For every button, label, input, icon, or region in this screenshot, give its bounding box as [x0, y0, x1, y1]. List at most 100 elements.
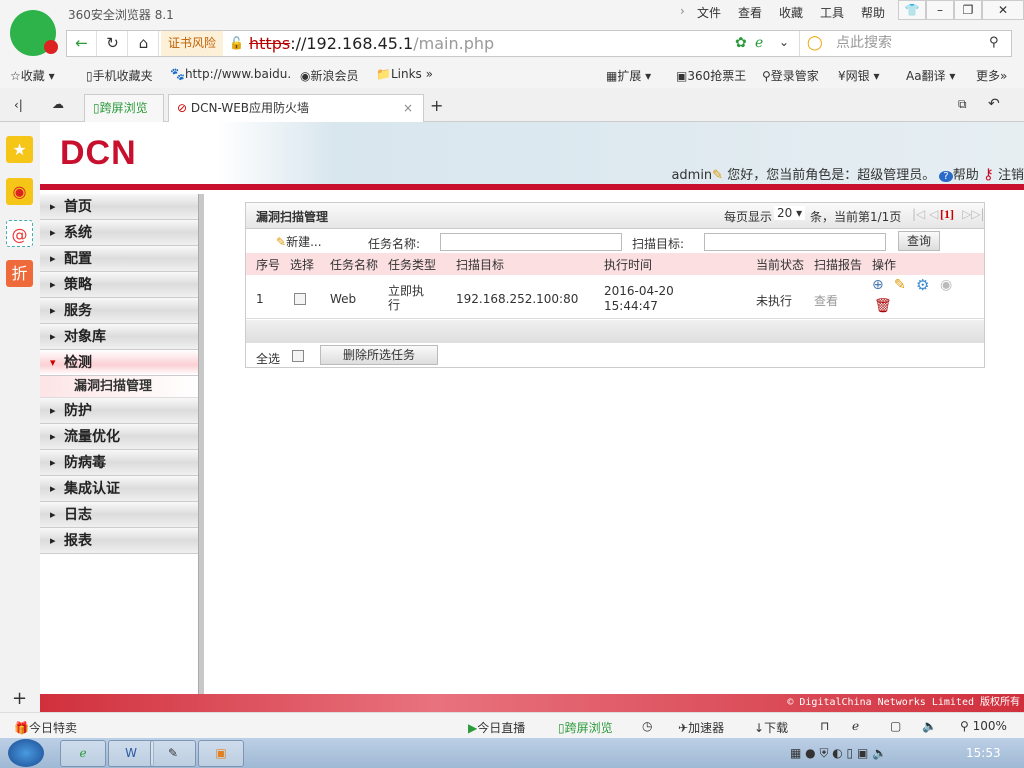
ie-icon[interactable]: ℯ — [852, 719, 859, 733]
bookmark-baidu[interactable]: 🐾http://www.baidu. — [170, 67, 291, 81]
minimize-button[interactable]: – — [926, 0, 954, 20]
cross-screen-button[interactable]: ▯跨屏浏览 — [558, 719, 613, 736]
cloud-icon[interactable]: ☁ — [52, 97, 64, 111]
bookmark-favorites[interactable]: ☆收藏 ▾ — [10, 67, 55, 84]
query-button[interactable]: 查询 — [898, 231, 940, 251]
edit-icon[interactable]: ✎ — [894, 277, 906, 293]
select-all-checkbox[interactable] — [292, 350, 304, 362]
scan-icon[interactable]: ⊕ — [872, 277, 884, 293]
delete-selected-button[interactable]: 删除所选任务 — [320, 345, 438, 365]
taskbar-app[interactable]: ✎ — [150, 740, 196, 767]
sidebar-toggle-icon[interactable]: ‹| — [14, 98, 23, 112]
browser-logo-icon[interactable] — [10, 10, 58, 56]
chevron-down-icon[interactable]: ⌄ — [779, 35, 789, 49]
reload-icon[interactable]: ↻ — [98, 31, 128, 56]
mail-icon[interactable]: @ — [6, 220, 33, 247]
clock[interactable]: 15:53 — [966, 746, 1001, 760]
logout-link[interactable]: 注销 — [998, 168, 1024, 183]
history-icon[interactable]: ◷ — [642, 719, 652, 733]
more-button[interactable]: 更多» — [976, 67, 1007, 84]
key-icon[interactable]: ⚷ — [983, 165, 994, 183]
help-icon[interactable]: ? — [939, 171, 953, 182]
skin-icon[interactable]: 👕 — [898, 0, 926, 20]
nav-config[interactable]: 配置 — [40, 246, 198, 272]
search-engine-icon[interactable]: ◯ — [807, 35, 823, 51]
edit-profile-icon[interactable]: ✎ — [712, 168, 723, 183]
settings-icon[interactable]: ⚙ — [916, 276, 929, 294]
home-icon[interactable]: ⌂ — [129, 31, 159, 56]
stop-icon[interactable]: ◉ — [940, 277, 952, 293]
nav-service[interactable]: 服务 — [40, 298, 198, 324]
nav-protect[interactable]: 防护 — [40, 398, 198, 424]
taskbar-360-browser[interactable]: ℯ — [60, 740, 106, 767]
nav-detect[interactable]: 检测 — [40, 350, 198, 376]
discount-icon[interactable]: 折 — [6, 260, 33, 287]
maximize-button[interactable]: ❐ — [954, 0, 982, 20]
search-icon[interactable]: ⚲ — [989, 35, 999, 50]
nav-antivirus[interactable]: 防病毒 — [40, 450, 198, 476]
ie-mode-icon[interactable]: ℯ — [755, 35, 763, 51]
url-input[interactable]: https://192.168.45.1/main.php — [249, 34, 494, 53]
bank-button[interactable]: ¥网银 ▾ — [838, 67, 880, 84]
nav-log[interactable]: 日志 — [40, 502, 198, 528]
back-icon[interactable]: ← — [67, 31, 97, 56]
new-tab-icon[interactable]: + — [430, 96, 443, 115]
nav-report[interactable]: 报表 — [40, 528, 198, 554]
close-window-button[interactable]: ✕ — [982, 0, 1024, 20]
add-icon[interactable]: + — [12, 688, 27, 709]
volume-icon[interactable]: 🔈 — [922, 719, 937, 733]
tab-dcn-waf[interactable]: ⊘ DCN-WEB应用防火墙 × — [168, 94, 424, 122]
bookmark-sina[interactable]: ◉新浪会员 — [300, 67, 359, 84]
nav-system[interactable]: 系统 — [40, 220, 198, 246]
today-deals[interactable]: 🎁今日特卖 — [14, 719, 77, 736]
close-tab-icon[interactable]: × — [403, 95, 413, 121]
window-icon[interactable]: ▢ — [890, 719, 901, 733]
login-manager-button[interactable]: ⚲登录管家 — [762, 67, 819, 84]
undo-close-icon[interactable]: ↶ — [988, 96, 1000, 112]
ticket-button[interactable]: ▣360抢票王 — [676, 67, 746, 84]
current-page[interactable]: [1] — [940, 207, 954, 222]
row-checkbox[interactable] — [294, 293, 306, 305]
menu-view[interactable]: 查看 — [738, 4, 762, 21]
last-page-icon[interactable]: ▷▷| — [962, 207, 985, 221]
screenshot-icon[interactable]: ⊓ — [820, 719, 829, 733]
new-task-button[interactable]: ✎新建... — [276, 233, 322, 250]
nav-splitter[interactable] — [198, 194, 204, 694]
menu-tools[interactable]: 工具 — [820, 4, 844, 21]
accelerator-button[interactable]: ✈加速器 — [678, 719, 724, 736]
nav-policy[interactable]: 策略 — [40, 272, 198, 298]
bookmark-links[interactable]: 📁Links » — [376, 67, 433, 81]
tab-cross-screen[interactable]: ▯跨屏浏览 — [84, 94, 164, 122]
menu-favorites[interactable]: 收藏 — [779, 4, 803, 21]
menu-file[interactable]: 文件 — [697, 4, 721, 21]
view-report-link[interactable]: 查看 — [814, 292, 838, 309]
scan-target-input[interactable] — [704, 233, 886, 251]
nav-home[interactable]: 首页 — [40, 194, 198, 220]
start-button[interactable] — [8, 739, 44, 767]
nav-traffic[interactable]: 流量优化 — [40, 424, 198, 450]
cert-warning[interactable]: 证书风险 — [161, 31, 223, 56]
taskbar-vm[interactable]: ▣ — [198, 740, 244, 767]
bookmark-mobile[interactable]: ▯手机收藏夹 — [86, 67, 153, 84]
tray-icons[interactable]: ▦ ● ⛨ ◐ ▯ ▣ 🔈 — [790, 746, 887, 761]
extensions-button[interactable]: ▦扩展 ▾ — [606, 67, 651, 84]
per-page-select[interactable]: 20 ▾ — [774, 206, 806, 220]
tab-list-icon[interactable]: ⧉ — [958, 97, 967, 112]
first-page-icon[interactable]: |◁ ◁ — [912, 207, 938, 221]
menu-help[interactable]: 帮助 — [861, 4, 885, 21]
nav-auth[interactable]: 集成认证 — [40, 476, 198, 502]
favorites-icon[interactable]: ★ — [6, 136, 33, 163]
search-input[interactable]: 点此搜索 — [799, 31, 1011, 56]
download-button[interactable]: ↓下载 — [754, 719, 788, 736]
nav-objects[interactable]: 对象库 — [40, 324, 198, 350]
nav-vuln-scan[interactable]: 漏洞扫描管理 — [40, 376, 198, 398]
weibo-icon[interactable]: ◉ — [6, 178, 33, 205]
delete-icon[interactable]: 🗑 — [874, 298, 892, 314]
speed-icon[interactable]: ✿ — [735, 35, 747, 51]
zoom-level[interactable]: ⚲ 100% — [960, 719, 1007, 733]
taskbar-word[interactable]: W — [108, 740, 154, 767]
task-name-input[interactable] — [440, 233, 622, 251]
translate-button[interactable]: Aa翻译 ▾ — [906, 67, 955, 84]
live-button[interactable]: ▶今日直播 — [468, 719, 525, 736]
help-link[interactable]: 帮助 — [953, 168, 979, 183]
